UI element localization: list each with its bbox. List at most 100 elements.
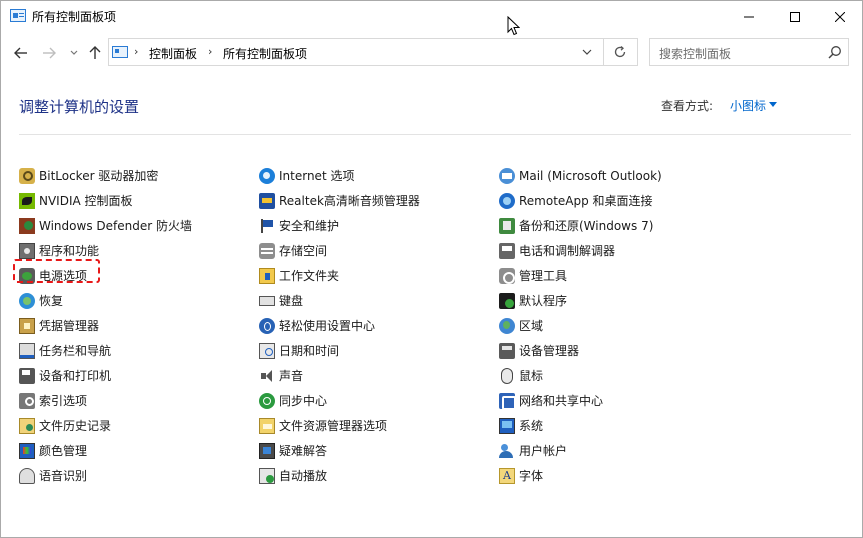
item-label: 用户帐户 (519, 444, 568, 458)
speech-icon (19, 467, 35, 484)
item-taskbar-navigation[interactable]: 任务栏和导航 (19, 338, 249, 363)
minimize-icon (744, 16, 754, 17)
search-input[interactable]: 搜索控制面板 (649, 38, 849, 66)
nvidia-icon (19, 192, 35, 209)
item-ease-of-access[interactable]: 轻松使用设置中心 (259, 313, 489, 338)
close-button[interactable] (817, 1, 863, 32)
item-network-sharing[interactable]: 网络和共享中心 (499, 388, 729, 413)
item-power-options[interactable]: 电源选项 (19, 263, 249, 288)
item-backup-restore[interactable]: 备份和还原(Windows 7) (499, 213, 729, 238)
control-panel-icon (10, 9, 26, 22)
item-color-management[interactable]: 颜色管理 (19, 438, 249, 463)
item-mail[interactable]: Mail (Microsoft Outlook) (499, 163, 729, 188)
chevron-down-icon (582, 49, 592, 55)
explorer-options-icon (259, 417, 275, 434)
item-label: 安全和维护 (279, 219, 340, 233)
sync-icon (259, 392, 275, 409)
item-nvidia-control-panel[interactable]: NVIDIA 控制面板 (19, 188, 249, 213)
item-default-programs[interactable]: 默认程序 (499, 288, 729, 313)
item-phone-modem[interactable]: 电话和调制解调器 (499, 238, 729, 263)
item-label: 设备管理器 (519, 344, 580, 358)
item-device-manager[interactable]: 设备管理器 (499, 338, 729, 363)
item-user-accounts[interactable]: 用户帐户 (499, 438, 729, 463)
item-admin-tools[interactable]: 管理工具 (499, 263, 729, 288)
item-label: 工作文件夹 (279, 269, 340, 283)
item-label: 疑难解答 (279, 444, 328, 458)
item-label: 设备和打印机 (39, 369, 112, 383)
item-programs-features[interactable]: 程序和功能 (19, 238, 249, 263)
item-mouse[interactable]: 鼠标 (499, 363, 729, 388)
credential-icon (19, 317, 35, 334)
address-bar[interactable]: › 控制面板 › 所有控制面板项 (108, 38, 638, 66)
item-realtek-audio[interactable]: Realtek高清晰音频管理器 (259, 188, 489, 213)
phone-modem-icon (499, 242, 515, 259)
item-date-time[interactable]: 日期和时间 (259, 338, 489, 363)
item-speech-recognition[interactable]: 语音识别 (19, 463, 249, 488)
navigation-bar: › 控制面板 › 所有控制面板项 搜索控制面板 (1, 32, 862, 72)
mouse-icon (501, 367, 513, 384)
item-label: 区域 (519, 319, 544, 333)
item-label: 键盘 (279, 294, 304, 308)
network-icon (499, 392, 516, 410)
item-windows-firewall[interactable]: Windows Defender 防火墙 (19, 213, 249, 238)
item-work-folders[interactable]: 工作文件夹 (259, 263, 489, 288)
item-autoplay[interactable]: 自动播放 (259, 463, 489, 488)
item-region[interactable]: 区域 (499, 313, 729, 338)
taskbar-icon (19, 342, 35, 359)
back-button[interactable] (12, 44, 30, 62)
item-storage-spaces[interactable]: 存储空间 (259, 238, 489, 263)
item-sound[interactable]: 声音 (259, 363, 489, 388)
item-label: 文件资源管理器选项 (279, 419, 388, 433)
item-devices-printers[interactable]: 设备和打印机 (19, 363, 249, 388)
forward-button[interactable] (40, 44, 58, 62)
item-remoteapp[interactable]: RemoteApp 和桌面连接 (499, 188, 729, 213)
troubleshooting-icon (259, 442, 275, 459)
view-by-dropdown[interactable]: 小图标 (730, 97, 766, 114)
item-label: Realtek高清晰音频管理器 (279, 194, 420, 208)
search-icon[interactable] (828, 45, 842, 59)
programs-icon (19, 242, 35, 259)
recovery-icon (19, 292, 35, 309)
minimize-button[interactable] (726, 1, 772, 32)
mail-icon (499, 167, 515, 184)
item-bitlocker[interactable]: BitLocker 驱动器加密 (19, 163, 249, 188)
date-time-icon (259, 342, 275, 359)
item-label: RemoteApp 和桌面连接 (519, 194, 653, 208)
chevron-down-icon (70, 50, 78, 55)
item-label: 凭据管理器 (39, 319, 100, 333)
divider (19, 134, 851, 135)
region-icon (499, 317, 515, 334)
breadcrumb-control-panel[interactable]: 控制面板 (149, 45, 197, 62)
address-history-button[interactable] (579, 45, 595, 59)
item-explorer-options[interactable]: 文件资源管理器选项 (259, 413, 489, 438)
item-security-maintenance[interactable]: 安全和维护 (259, 213, 489, 238)
fonts-icon (499, 467, 515, 484)
arrow-up-icon (89, 46, 101, 59)
recent-locations-button[interactable] (65, 44, 83, 62)
item-keyboard[interactable]: 键盘 (259, 288, 489, 313)
item-file-history[interactable]: 文件历史记录 (19, 413, 249, 438)
item-system[interactable]: 系统 (499, 413, 729, 438)
caret-down-icon[interactable] (769, 102, 777, 107)
item-credential-manager[interactable]: 凭据管理器 (19, 313, 249, 338)
up-button[interactable] (86, 44, 104, 62)
indexing-icon (19, 392, 35, 409)
maximize-button[interactable] (772, 1, 818, 32)
item-label: 声音 (279, 369, 304, 383)
item-indexing-options[interactable]: 索引选项 (19, 388, 249, 413)
item-label: 文件历史记录 (39, 419, 112, 433)
breadcrumb-separator-icon[interactable]: › (134, 45, 138, 58)
divider (603, 39, 604, 65)
work-folders-icon (259, 267, 275, 284)
item-troubleshooting[interactable]: 疑难解答 (259, 438, 489, 463)
item-sync-center[interactable]: 同步中心 (259, 388, 489, 413)
refresh-button[interactable] (612, 44, 628, 60)
item-internet-options[interactable]: Internet 选项 (259, 163, 489, 188)
breadcrumb-separator-icon[interactable]: › (208, 45, 212, 58)
item-label: 同步中心 (279, 394, 328, 408)
item-recovery[interactable]: 恢复 (19, 288, 249, 313)
breadcrumb-all-items[interactable]: 所有控制面板项 (223, 45, 307, 62)
item-label: 轻松使用设置中心 (279, 319, 376, 333)
title-bar[interactable]: 所有控制面板项 (1, 1, 862, 32)
item-fonts[interactable]: 字体 (499, 463, 729, 488)
